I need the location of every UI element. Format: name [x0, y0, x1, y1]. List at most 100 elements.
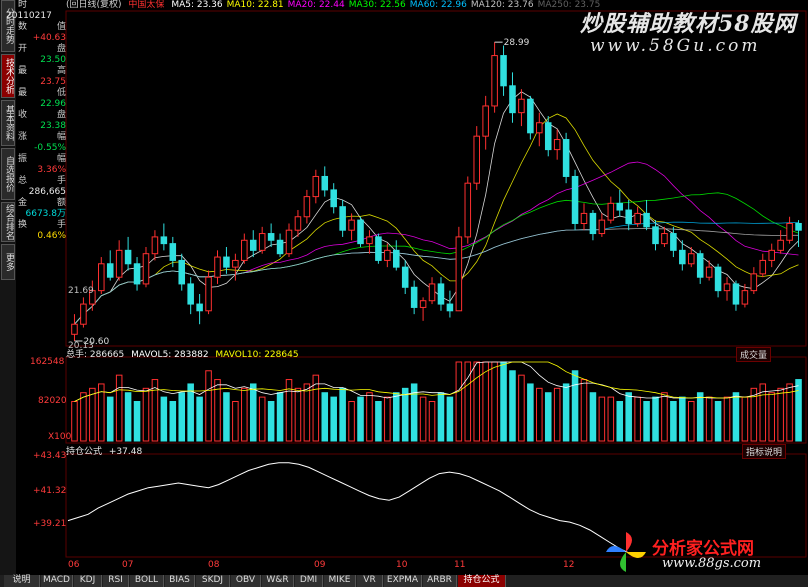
x-axis-label: 11 [454, 560, 466, 570]
indicator-tab[interactable]: W&R [262, 575, 294, 587]
pinwheel-icon [606, 532, 646, 572]
indicator-axis-label: +41.32 [33, 486, 67, 496]
volume-bar [553, 387, 561, 442]
volume-bar [419, 396, 427, 442]
indicator-tab[interactable]: RSI [103, 575, 129, 587]
volume-bar [455, 361, 463, 442]
volume-bar [491, 361, 498, 442]
volume-axis-unit: X100 [48, 432, 72, 442]
candle-body [205, 276, 212, 312]
indicator-tab[interactable]: MACD [41, 575, 73, 587]
indicator-tab[interactable]: DMI [295, 575, 323, 587]
volume-bar [544, 392, 552, 442]
volume-bar [509, 370, 516, 442]
volume-bar [696, 392, 704, 442]
candle-body [285, 229, 293, 255]
volume-bar [133, 401, 141, 442]
volume-tag-button[interactable]: 成交量 [736, 347, 772, 362]
candle-body [303, 196, 311, 218]
candle-body [750, 273, 758, 292]
volume-bar [106, 396, 114, 442]
candle-body [428, 283, 436, 302]
kline-chart[interactable]: 28.9920.60 [0, 0, 808, 575]
candle-body [410, 286, 418, 308]
volume-bar [589, 392, 597, 442]
candle-body [98, 263, 105, 292]
indicator-help-button[interactable]: 指标说明 [742, 444, 787, 459]
candle-body [312, 175, 320, 198]
candle-body [768, 249, 775, 261]
indicator-tab[interactable]: BOLL [130, 575, 164, 587]
candle-body [544, 122, 552, 151]
candle-body [580, 212, 588, 224]
candle-body [160, 236, 168, 245]
volume-bar [330, 396, 337, 442]
candle-body [491, 55, 498, 107]
volume-panel-frame [65, 356, 807, 444]
volume-axis-max: 162548 [30, 357, 65, 367]
volume-bar [249, 383, 257, 442]
price-panel-frame [65, 10, 807, 347]
volume-bar [446, 396, 454, 442]
candle-body [267, 233, 275, 241]
volume-bar [598, 396, 606, 442]
volume-bar [428, 401, 436, 442]
mavol10: MAVOL10: 228645 [215, 350, 299, 360]
ma-line [74, 91, 799, 325]
volume-bar [89, 387, 96, 442]
candle-body [393, 249, 400, 268]
candle-body [786, 222, 793, 241]
indicator-tab[interactable]: 持仓公式 [458, 575, 506, 587]
indicator-tab[interactable]: KDJ [74, 575, 102, 587]
candle-body [169, 243, 177, 261]
indicator-tab[interactable]: VR [357, 575, 383, 587]
indicator-tab[interactable]: ARBR [423, 575, 457, 587]
volume-bar [223, 392, 230, 442]
volume-bar [384, 396, 391, 442]
volume-bar [393, 392, 400, 442]
candle-body [241, 239, 248, 261]
candle-body [357, 219, 364, 245]
candle-body [196, 303, 203, 312]
watermark: 炒股辅助教材58股网 www.58Gu.com [580, 6, 797, 56]
volume-axis-mid: 82020 [38, 396, 67, 406]
candle-body [670, 233, 677, 251]
indicator-tab[interactable]: BIAS [165, 575, 195, 587]
candle-body [500, 55, 507, 87]
indicator-tab[interactable]: 说明 [4, 575, 40, 587]
volume-bar [80, 392, 87, 442]
x-axis-label: 10 [396, 560, 408, 570]
candle-body [571, 175, 579, 224]
candle-body [142, 253, 150, 285]
indicator-tab[interactable]: MIKE [324, 575, 356, 587]
candle-body [384, 249, 391, 261]
volume-bar [160, 396, 168, 442]
indicator-tab[interactable]: SKDJ [196, 575, 230, 587]
volume-bar [634, 396, 641, 442]
volume-total: 总手: 286665 [66, 350, 125, 360]
candle-body [151, 236, 159, 255]
volume-bar [437, 392, 445, 442]
volume-bar [518, 374, 525, 442]
volume-bar [705, 396, 713, 442]
logo-url: www.88gs.com [662, 556, 762, 571]
candle-body [777, 239, 784, 251]
candle-body [187, 283, 194, 305]
volume-bar [562, 383, 570, 442]
candle-body [455, 236, 463, 312]
volume-bar [357, 396, 364, 442]
volume-bar [232, 401, 239, 442]
volume-bar [723, 396, 731, 442]
candle-body [518, 98, 525, 114]
volume-bar [124, 392, 132, 442]
volume-bar [741, 396, 749, 442]
indicator-tab-bar: 说明 MACD KDJ RSI BOLL BIAS SKDJ OBV W&R DMI MIKE VR E… [0, 575, 808, 587]
volume-bar [607, 396, 615, 442]
indicator-tab[interactable]: OBV [231, 575, 261, 587]
volume-bar [205, 370, 212, 442]
candle-body [705, 266, 713, 278]
indicator-tab[interactable]: EXPMA [384, 575, 422, 587]
volume-bar [625, 392, 632, 442]
volume-bar [652, 396, 659, 442]
candle-body [294, 216, 302, 231]
